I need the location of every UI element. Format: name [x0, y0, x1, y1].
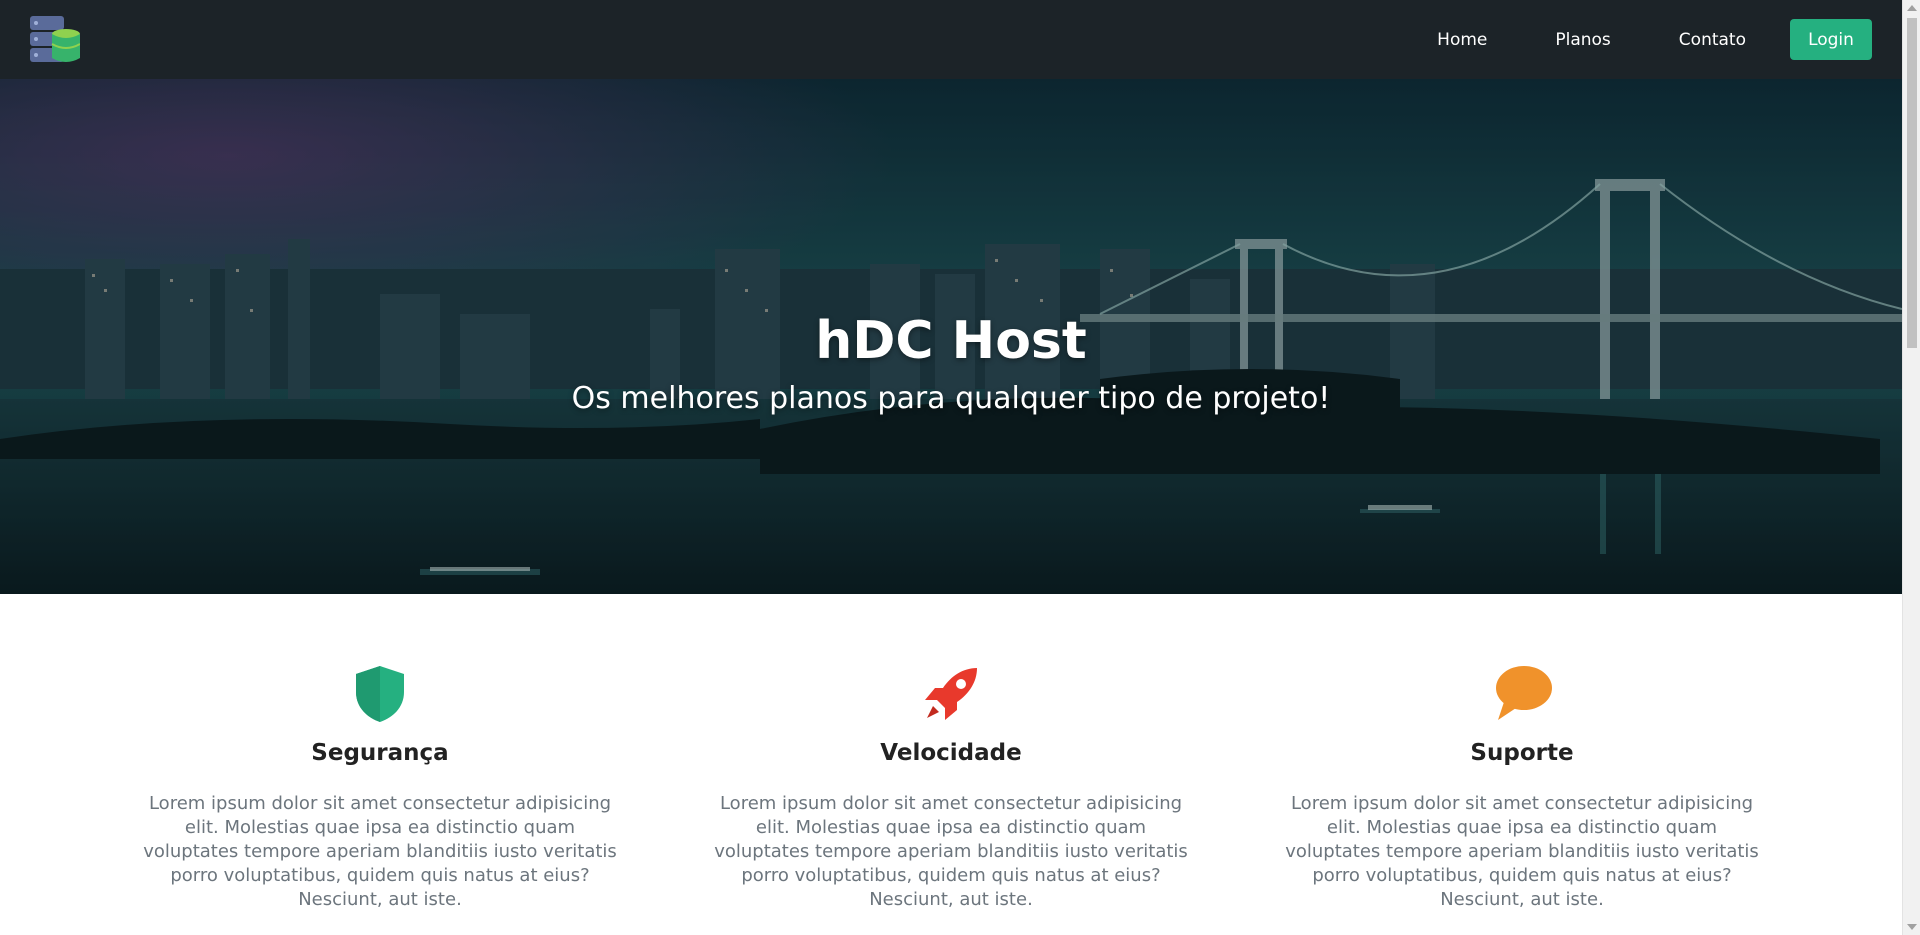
- shield-icon: [356, 666, 404, 722]
- hero-banner: hDC Host Os melhores planos para qualque…: [0, 79, 1902, 594]
- nav-link-planos[interactable]: Planos: [1555, 30, 1610, 50]
- page: Home Planos Contato Login hDC Host Os me…: [0, 0, 1920, 935]
- feature-suporte: Suporte Lorem ipsum dolor sit amet conse…: [1277, 662, 1767, 912]
- feature-title: Suporte: [1470, 740, 1574, 766]
- scroll-down-arrow-icon[interactable]: [1907, 924, 1917, 930]
- feature-text: Lorem ipsum dolor sit amet consectetur a…: [1285, 793, 1759, 910]
- hero-subtitle: Os melhores planos para qualquer tipo de…: [571, 381, 1331, 416]
- chat-bubble-icon: [1496, 666, 1552, 720]
- scroll-up-arrow-icon[interactable]: [1907, 5, 1917, 11]
- nav-link-contato[interactable]: Contato: [1679, 30, 1746, 50]
- hero-title: hDC Host: [815, 311, 1087, 371]
- feature-text: Lorem ipsum dolor sit amet consectetur a…: [714, 793, 1188, 910]
- scrollbar-thumb[interactable]: [1907, 18, 1917, 348]
- feature-text: Lorem ipsum dolor sit amet consectetur a…: [143, 793, 617, 910]
- feature-title: Segurança: [311, 740, 449, 766]
- feature-seguranca: Segurança Lorem ipsum dolor sit amet con…: [135, 662, 625, 912]
- vertical-scrollbar[interactable]: [1902, 0, 1920, 935]
- feature-title: Velocidade: [880, 740, 1022, 766]
- navbar: Home Planos Contato Login: [0, 0, 1902, 79]
- features-section: Segurança Lorem ipsum dolor sit amet con…: [0, 594, 1902, 935]
- nav-links: Home Planos Contato Login: [1403, 19, 1872, 60]
- server-database-icon[interactable]: [30, 15, 81, 64]
- rocket-icon: [925, 668, 977, 720]
- login-button[interactable]: Login: [1790, 19, 1872, 60]
- feature-velocidade: Velocidade Lorem ipsum dolor sit amet co…: [706, 662, 1196, 912]
- nav-link-home[interactable]: Home: [1437, 30, 1487, 50]
